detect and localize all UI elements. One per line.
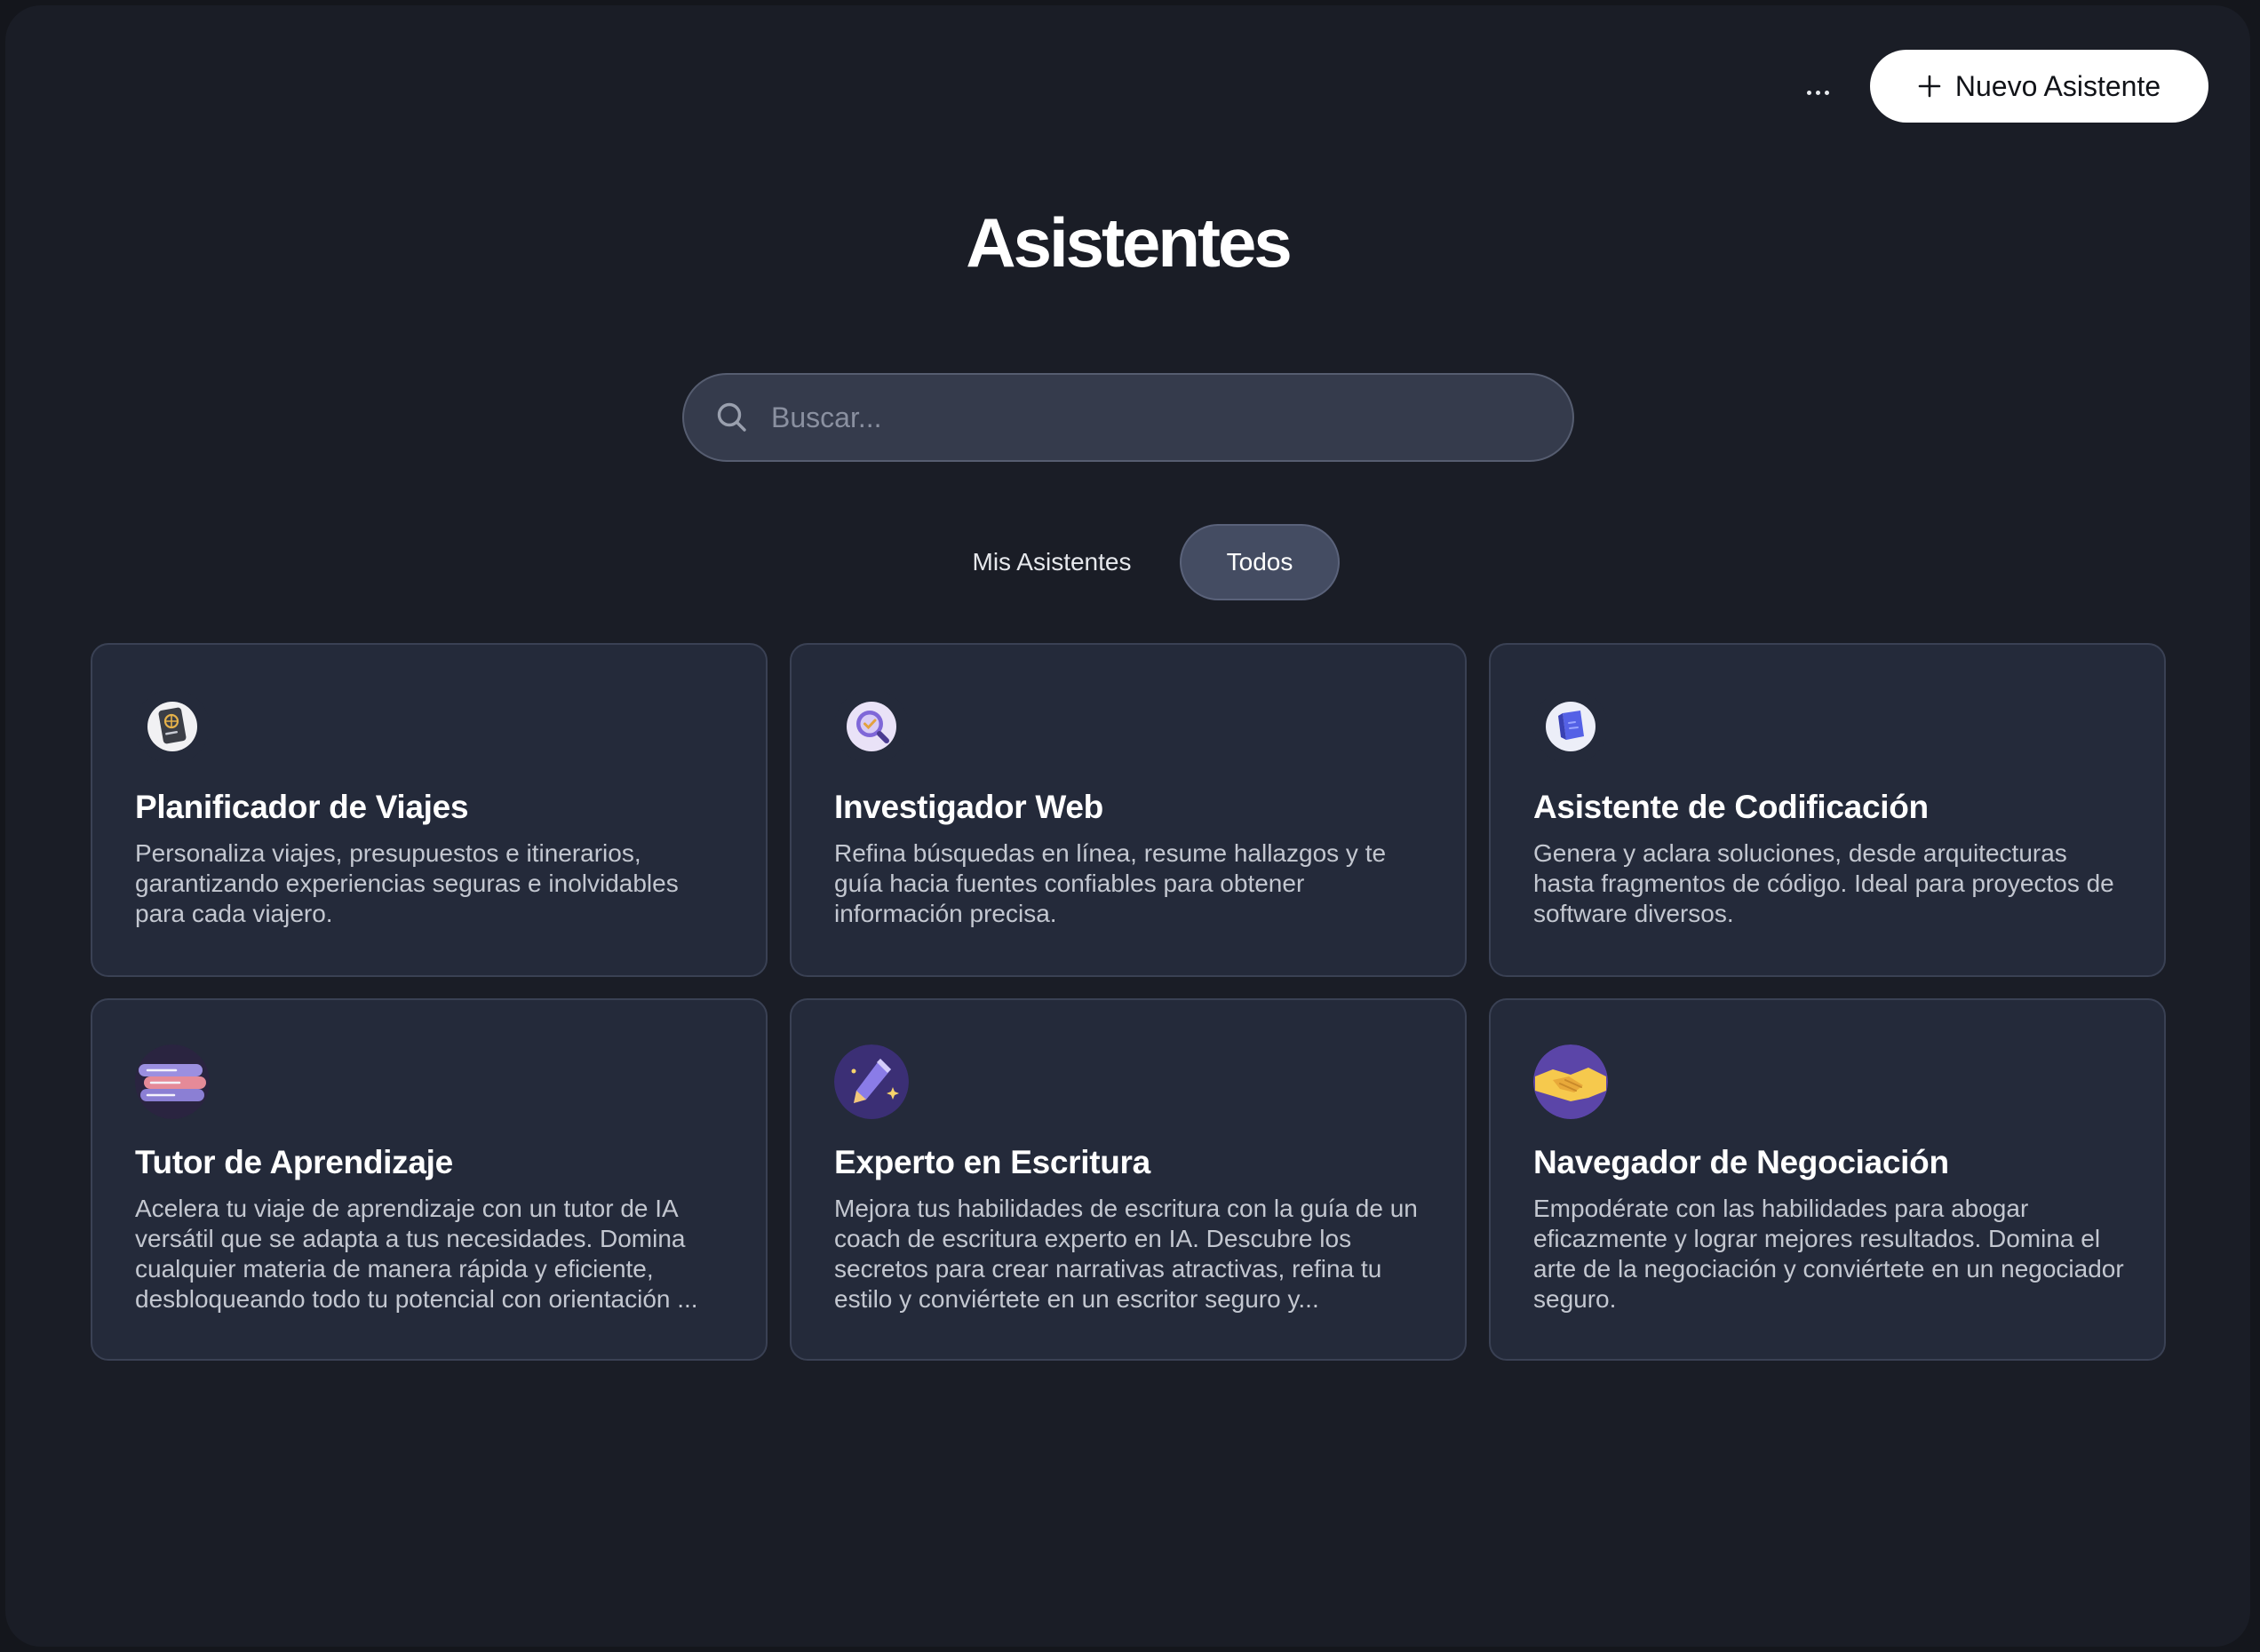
assistant-description: Refina búsquedas en línea, resume hallaz…	[834, 839, 1387, 927]
passport-icon	[135, 689, 210, 764]
assistant-description: Mejora tus habilidades de escritura con …	[834, 1195, 1418, 1313]
assistant-card-negotiation-navigator[interactable]: Navegador de Negociación Empodérate con …	[1489, 998, 2166, 1361]
assistant-card-writing-expert[interactable]: Experto en Escritura Mejora tus habilida…	[790, 998, 1467, 1361]
page-title: Asistentes	[966, 203, 1293, 282]
assistant-description: Empodérate con las habilidades para abog…	[1533, 1195, 2124, 1313]
assistant-title: Navegador de Negociación	[1533, 1144, 1949, 1180]
tab-all[interactable]: Todos	[1180, 524, 1340, 600]
ellipsis-icon	[1806, 90, 1829, 95]
search-input[interactable]	[769, 400, 1537, 435]
app-window: Nuevo Asistente Asistentes Mis Asistente…	[5, 5, 2250, 1647]
assistant-card-learning-tutor[interactable]: Tutor de Aprendizaje Acelera tu viaje de…	[91, 998, 768, 1361]
assistant-tabs: Mis Asistentes Todos	[5, 524, 2250, 604]
code-cube-icon	[1533, 689, 1608, 764]
assistant-description: Personaliza viajes, presupuestos e itine…	[135, 839, 679, 927]
assistant-description: Acelera tu viaje de aprendizaje con un t…	[135, 1195, 698, 1313]
assistant-card-travel-planner[interactable]: Planificador de Viajes Personaliza viaje…	[91, 643, 768, 977]
new-assistant-label: Nuevo Asistente	[1954, 69, 2161, 102]
pencil-sparkle-icon	[834, 1044, 909, 1119]
assistant-title: Experto en Escritura	[834, 1144, 1150, 1180]
assistant-card-coding-assistant[interactable]: Asistente de Codificación Genera y aclar…	[1489, 643, 2166, 977]
tab-my-assistants[interactable]: Mis Asistentes	[936, 524, 1167, 600]
assistant-title: Asistente de Codificación	[1533, 789, 1929, 825]
plus-icon	[1918, 75, 1941, 98]
books-icon	[135, 1044, 210, 1119]
search-icon	[717, 402, 746, 432]
more-options-button[interactable]	[1791, 68, 1844, 117]
handshake-icon	[1533, 1044, 1608, 1119]
assistant-title: Investigador Web	[834, 789, 1103, 825]
magnifier-check-icon	[834, 689, 909, 764]
search-bar[interactable]	[682, 373, 1574, 462]
assistant-card-web-researcher[interactable]: Investigador Web Refina búsquedas en lín…	[790, 643, 1467, 977]
assistant-description: Genera y aclara soluciones, desde arquit…	[1533, 839, 2114, 927]
assistant-title: Planificador de Viajes	[135, 789, 469, 825]
new-assistant-button[interactable]: Nuevo Asistente	[1870, 50, 2208, 123]
assistant-title: Tutor de Aprendizaje	[135, 1144, 453, 1180]
